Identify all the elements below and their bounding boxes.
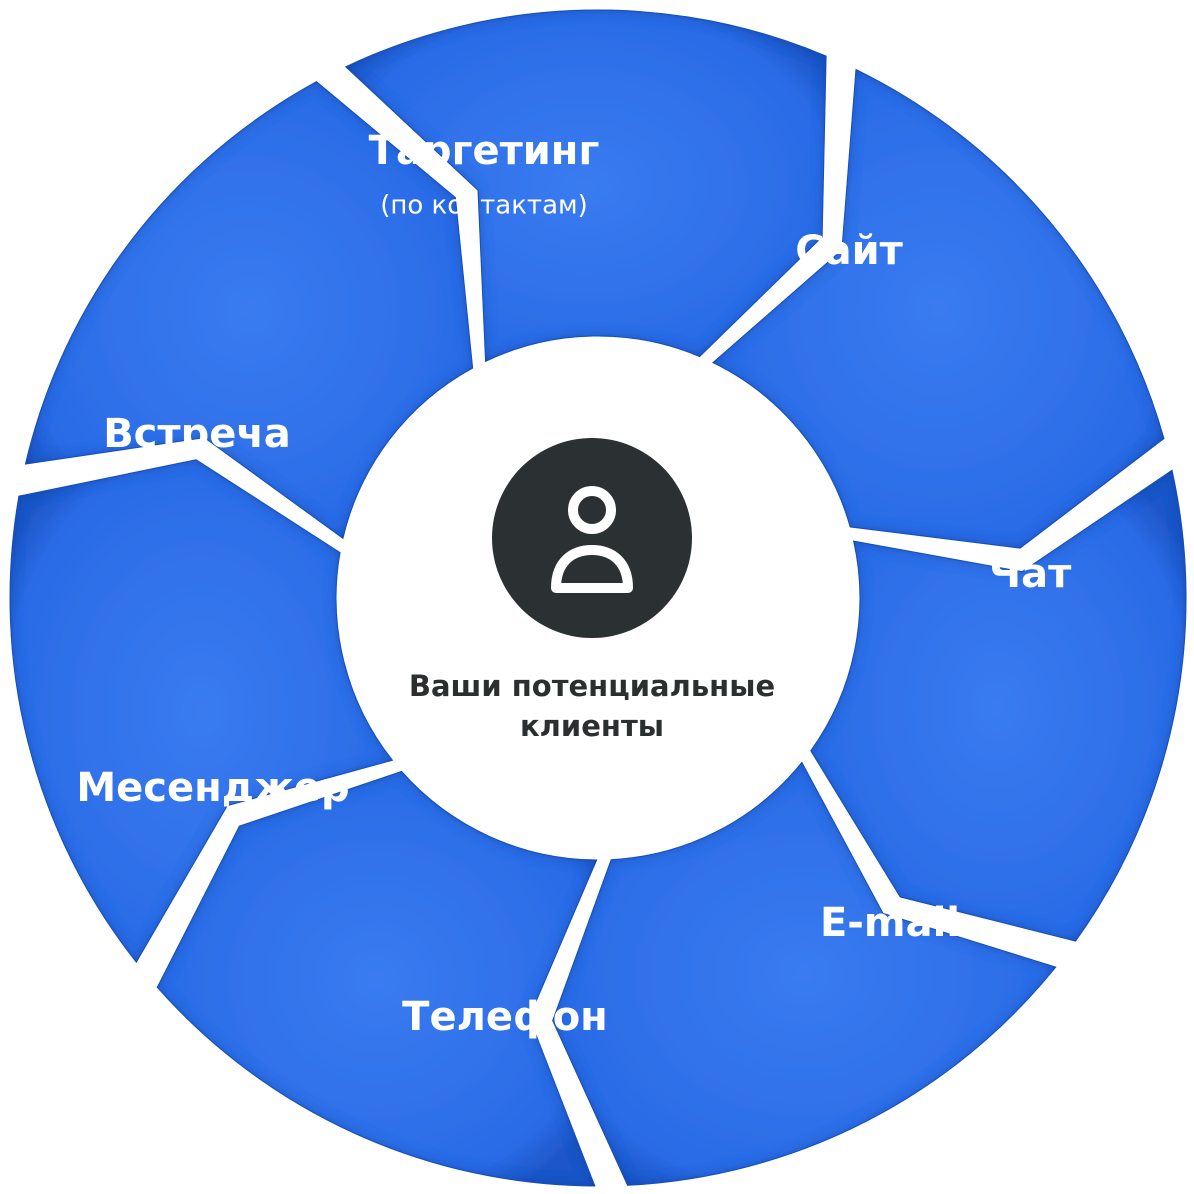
segment-label-site: Сайт <box>795 228 903 274</box>
center-circle <box>492 438 692 638</box>
segment-label-meeting: Встреча <box>103 411 291 457</box>
segment-label-email: E-mail <box>820 900 960 946</box>
segment-label-chat: Чат <box>989 551 1072 597</box>
cycle-diagram: Ваши потенциальные клиенты Таргетинг (по… <box>0 0 1194 1194</box>
center-title-line2: клиенты <box>520 709 664 743</box>
segment-sublabel-targeting: (по контактам) <box>380 191 588 221</box>
segment-label-targeting: Таргетинг <box>369 128 600 174</box>
segment-label-phone: Телефон <box>402 994 608 1040</box>
center-title-line1: Ваши потенциальные <box>409 669 775 703</box>
segment-label-messenger: Месенджер <box>76 765 349 811</box>
cycle-diagram-svg: Ваши потенциальные клиенты Таргетинг (по… <box>9 9 1187 1187</box>
